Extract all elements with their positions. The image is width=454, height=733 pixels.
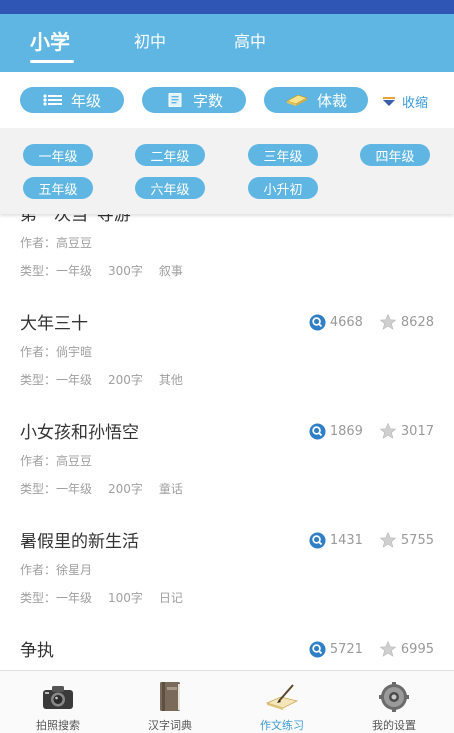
article-type: 类型：一年级 (20, 264, 93, 278)
article-words: 300字 (108, 264, 143, 278)
status-bar (0, 0, 454, 14)
tab-dictionary[interactable]: 汉字词典 (120, 681, 220, 733)
article-author: 作者：高豆豆 (20, 236, 93, 250)
active-tab-indicator (30, 60, 74, 63)
article-words: 200字 (108, 373, 143, 387)
article-author: 作者：高豆豆 (20, 454, 93, 468)
wordcount-filter-label: 字数 (192, 91, 223, 110)
star-count: 3017 (400, 423, 434, 439)
article-type: 类型：一年级 (20, 373, 93, 387)
list-item[interactable]: 争执 5721 6995 (0, 622, 454, 670)
view-count-icon (309, 640, 326, 658)
tab-primary[interactable]: 小学 (30, 26, 70, 55)
article-title: 争执 (20, 641, 54, 661)
view-count: 5721 (329, 641, 363, 657)
star-count: 6995 (400, 641, 434, 657)
article-type: 类型：一年级 (20, 591, 93, 605)
level-tabs: 小学 初中 高中 (0, 14, 454, 72)
article-words: 200字 (108, 482, 143, 496)
list-item[interactable]: 第一次当“导游” 作者：高豆豆 类型：一年级 300字 叙事 (0, 214, 454, 296)
article-meta: 类型：一年级 100字 日记 (20, 589, 199, 606)
genre-filter-label: 体裁 (316, 91, 347, 110)
camera-icon (43, 686, 73, 709)
document-icon (168, 93, 182, 107)
article-title: 大年三十 (20, 314, 88, 334)
collapse-button[interactable]: 收缩 (382, 92, 428, 111)
tab-composition[interactable]: 作文练习 (232, 681, 332, 733)
article-meta: 类型：一年级 200字 童话 (20, 480, 199, 497)
article-stats: 5721 6995 (309, 640, 434, 658)
list-item[interactable]: 大年三十 作者：倘宇暄 类型：一年级 200字 其他 4668 8628 (0, 295, 454, 405)
filter-bar: 年级 字数 体裁 收缩 (0, 72, 454, 128)
star-count: 8628 (400, 314, 434, 330)
article-title: 第一次当“导游” (20, 214, 140, 225)
grade-pill[interactable]: 五年级 (23, 177, 93, 199)
grade-pill[interactable]: 小升初 (248, 177, 318, 199)
tab-label: 我的设置 (372, 719, 416, 732)
grade-pill[interactable]: 六年级 (135, 177, 205, 199)
tab-senior[interactable]: 高中 (234, 28, 266, 52)
star-icon (379, 313, 397, 330)
tab-label: 作文练习 (260, 719, 304, 732)
list-icon (43, 94, 62, 106)
tab-photo-search[interactable]: 拍照搜索 (8, 681, 108, 733)
view-count-icon (309, 531, 326, 549)
article-stats: 4668 8628 (309, 313, 434, 331)
list-item[interactable]: 小女孩和孙悟空 作者：高豆豆 类型：一年级 200字 童话 1869 3017 (0, 404, 454, 514)
article-author: 作者：徐星月 (20, 563, 93, 577)
view-count: 1431 (329, 532, 363, 548)
article-list: 第一次当“导游” 作者：高豆豆 类型：一年级 300字 叙事 大年三十 作者：倘宇暄… (0, 214, 454, 670)
view-count: 4668 (329, 314, 363, 330)
tab-label: 汉字词典 (148, 719, 192, 732)
view-count: 1869 (329, 423, 363, 439)
bottom-tab-bar: 拍照搜索 汉字词典 作文练习 我的设置 (0, 670, 454, 733)
grade-panel: 一年级 二年级 三年级 四年级 五年级 六年级 小升初 (0, 128, 454, 214)
triangle-down-icon (383, 96, 395, 106)
gear-icon (379, 682, 409, 712)
view-count-icon (309, 313, 326, 331)
list-item[interactable]: 暑假里的新生活 作者：徐星月 类型：一年级 100字 日记 1431 5755 (0, 513, 454, 623)
article-type: 类型：一年级 (20, 482, 93, 496)
writing-icon (265, 684, 299, 710)
article-words: 100字 (108, 591, 143, 605)
tab-junior[interactable]: 初中 (134, 28, 166, 52)
article-title: 暑假里的新生活 (20, 532, 139, 552)
grade-filter-button[interactable]: 年级 (20, 87, 124, 113)
grade-pill[interactable]: 三年级 (248, 144, 318, 166)
grade-pill[interactable]: 一年级 (23, 144, 93, 166)
article-genre: 其他 (158, 373, 183, 387)
genre-filter-button[interactable]: 体裁 (264, 87, 368, 113)
article-meta: 类型：一年级 200字 其他 (20, 371, 199, 388)
star-icon (379, 640, 397, 657)
article-title: 小女孩和孙悟空 (20, 423, 139, 443)
star-icon (379, 422, 397, 439)
book-icon (160, 682, 180, 711)
article-author: 作者：倘宇暄 (20, 345, 93, 359)
article-meta: 类型：一年级 300字 叙事 (20, 262, 199, 279)
tab-label: 拍照搜索 (36, 719, 80, 732)
collapse-label: 收缩 (402, 96, 429, 111)
article-genre: 日记 (158, 591, 183, 605)
tab-settings[interactable]: 我的设置 (344, 681, 444, 733)
view-count-icon (309, 422, 326, 440)
wordcount-filter-button[interactable]: 字数 (142, 87, 246, 113)
grade-pill[interactable]: 二年级 (135, 144, 205, 166)
star-count: 5755 (400, 532, 434, 548)
article-genre: 童话 (158, 482, 183, 496)
article-stats: 1869 3017 (309, 422, 434, 440)
grade-filter-label: 年级 (70, 91, 101, 110)
article-genre: 叙事 (158, 264, 183, 278)
book-stack-icon (285, 94, 308, 106)
article-stats: 1431 5755 (309, 531, 434, 549)
star-icon (379, 531, 397, 548)
grade-pill[interactable]: 四年级 (360, 144, 430, 166)
